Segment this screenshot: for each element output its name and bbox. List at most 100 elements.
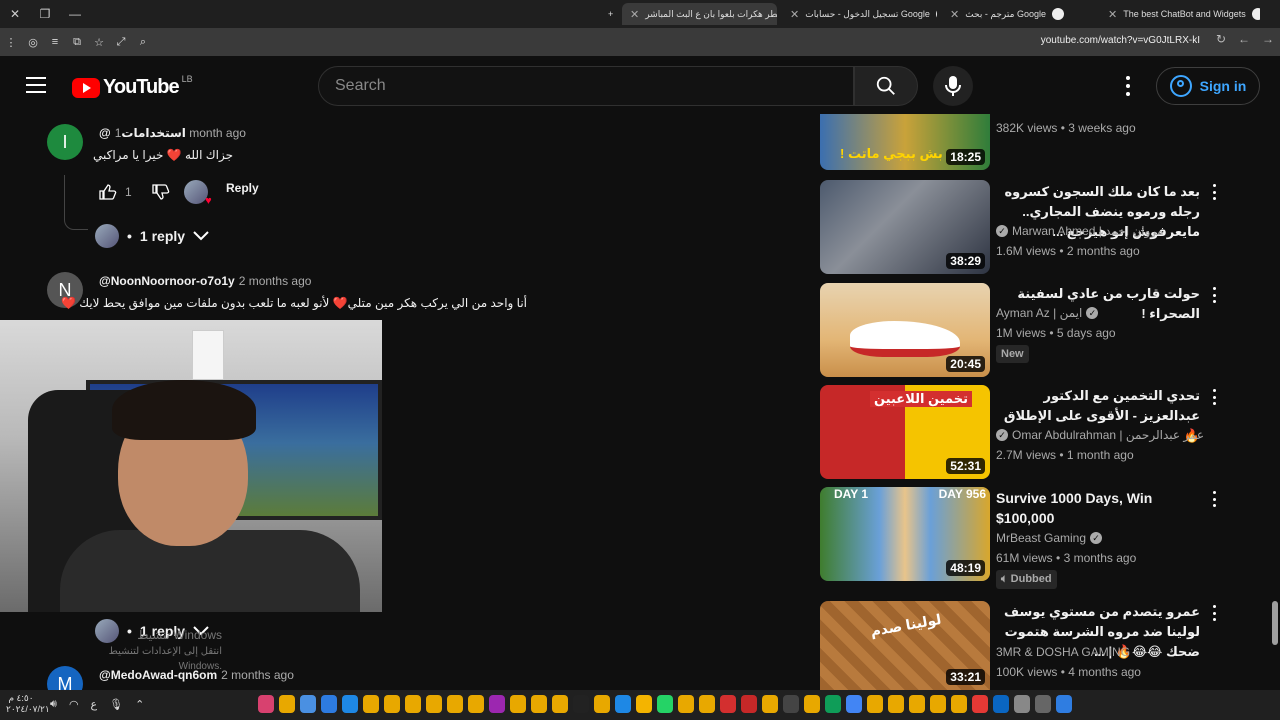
app-icon[interactable]	[321, 695, 337, 713]
comment-time[interactable]: 2 months ago	[221, 668, 294, 682]
app-icon[interactable]	[741, 695, 757, 713]
channel-name[interactable]: Ayman Az | ايمن ✓	[996, 306, 1099, 320]
close-tab-icon[interactable]: ✕	[1108, 8, 1117, 21]
volume-icon[interactable]: 🔊︎	[50, 698, 57, 711]
chrome-icon[interactable]	[594, 695, 610, 713]
channel-name[interactable]: ✓ Omar Abdulrahman | عمر عبدالرحمن	[996, 428, 1204, 442]
video-menu-icon[interactable]	[1208, 491, 1220, 507]
channel-name[interactable]: ✓ Marwan Ahmed | مروان احمد	[996, 224, 1163, 238]
app-icon[interactable]	[846, 695, 862, 713]
video-thumbnail[interactable]: 20:45	[820, 283, 990, 377]
video-thumbnail[interactable]: 38:29	[820, 180, 990, 274]
close-tab-icon[interactable]: ✕	[790, 8, 799, 21]
browser-tab-google-signin[interactable]: ✕ تسجيل الدخول - حسابات Google	[782, 3, 937, 25]
chrome-icon[interactable]	[405, 695, 421, 713]
chrome-icon[interactable]	[279, 695, 295, 713]
chrome-icon[interactable]	[930, 695, 946, 713]
wifi-icon[interactable]: ◠	[69, 698, 79, 711]
tray-chevron-icon[interactable]: ⌃	[135, 698, 144, 711]
chrome-icon[interactable]	[426, 695, 442, 713]
chrome-icon[interactable]	[888, 695, 904, 713]
dislike-icon[interactable]	[152, 184, 170, 200]
zoom-icon[interactable]: ⌕	[132, 36, 154, 49]
video-thumbnail[interactable]: لولينا صدم 33:21	[820, 601, 990, 690]
channel-name[interactable]: 3MR & DOSHA GAMING	[996, 645, 1130, 659]
video-title[interactable]: Survive 1000 Days, Win $100,000	[996, 488, 1200, 528]
discord-icon[interactable]	[489, 695, 505, 713]
address-bar[interactable]: youtube.com/watch?v=vG0JtLRX-kI	[1041, 35, 1200, 46]
playlist-icon[interactable]: ≡	[44, 36, 66, 48]
windows-start-icon[interactable]	[1056, 695, 1072, 713]
edge-icon[interactable]	[993, 695, 1009, 713]
back-icon[interactable]: ←	[1238, 32, 1250, 46]
video-menu-icon[interactable]	[1208, 184, 1220, 200]
channel-name[interactable]: MrBeast Gaming ✓	[996, 531, 1103, 545]
close-window-icon[interactable]: ✕	[0, 7, 30, 21]
close-tab-icon[interactable]: ✕	[630, 8, 639, 21]
reload-icon[interactable]: ↻	[1216, 32, 1226, 46]
video-menu-icon[interactable]	[1208, 605, 1220, 621]
new-tab-button[interactable]: +	[600, 3, 621, 25]
microphone-tray-icon[interactable]: 🎙︎	[109, 698, 123, 711]
chrome-icon[interactable]	[762, 695, 778, 713]
comment-time[interactable]: 2 months ago	[239, 274, 312, 288]
chrome-icon[interactable]	[909, 695, 925, 713]
comment-author[interactable]: @MedoAwad-qn6om 2 months ago	[99, 668, 294, 682]
extensions-icon[interactable]: ⧉	[66, 36, 88, 49]
scrollbar-thumb[interactable]	[1272, 601, 1278, 645]
restore-window-icon[interactable]: ❐	[30, 7, 60, 21]
chrome-icon[interactable]	[678, 695, 694, 713]
sign-in-button[interactable]: Sign in	[1156, 67, 1260, 105]
search-input[interactable]	[335, 77, 853, 95]
guide-menu-icon[interactable]	[26, 77, 46, 93]
app-icon[interactable]	[783, 695, 799, 713]
chrome-icon[interactable]	[447, 695, 463, 713]
chrome-icon[interactable]	[951, 695, 967, 713]
chrome-icon[interactable]	[531, 695, 547, 713]
like-icon[interactable]	[99, 184, 117, 200]
chrome-icon[interactable]	[867, 695, 883, 713]
search-box[interactable]	[318, 66, 854, 106]
chrome-icon[interactable]	[510, 695, 526, 713]
chrome-icon[interactable]	[468, 695, 484, 713]
video-thumbnail[interactable]: تخمين اللاعبين 52:31	[820, 385, 990, 479]
search-taskbar-icon[interactable]	[1035, 695, 1051, 713]
comment-author[interactable]: @استخدامات1 month ago	[99, 126, 246, 140]
app-icon[interactable]	[1014, 695, 1030, 713]
app-icon[interactable]	[258, 695, 274, 713]
replies-toggle[interactable]: • 1 reply	[95, 224, 209, 248]
clock[interactable]: ٤:٥٠ م ٢٠٢٤/٠٧/٢١	[6, 693, 50, 715]
profile-icon[interactable]: ◎	[22, 36, 44, 49]
forward-icon[interactable]: →	[1262, 32, 1274, 46]
app-icon[interactable]	[825, 695, 841, 713]
chrome-icon[interactable]	[363, 695, 379, 713]
app-icon[interactable]	[342, 695, 358, 713]
language-indicator[interactable]: ع	[91, 698, 98, 711]
chrome-icon[interactable]	[552, 695, 568, 713]
settings-app-icon[interactable]	[300, 695, 316, 713]
avatar[interactable]: I	[47, 124, 83, 160]
whatsapp-icon[interactable]	[657, 695, 673, 713]
comment-author[interactable]: @NoonNoornoor-o7o1y 2 months ago	[99, 274, 311, 288]
voice-search-button[interactable]	[933, 66, 973, 106]
menu-icon[interactable]: ⋮	[0, 36, 22, 49]
close-tab-icon[interactable]: ✕	[950, 8, 959, 21]
video-menu-icon[interactable]	[1208, 287, 1220, 303]
chrome-icon[interactable]	[699, 695, 715, 713]
video-thumbnail[interactable]: بش ببجي ماتت ! 18:25	[820, 114, 990, 170]
minimize-window-icon[interactable]: —	[60, 7, 90, 21]
app-icon[interactable]	[615, 695, 631, 713]
chrome-icon[interactable]	[804, 695, 820, 713]
browser-tab-youtube[interactable]: ✕ أخطر هكرات بلعوا بان ع البث المباشر	[622, 3, 777, 25]
settings-menu-icon[interactable]	[1120, 76, 1136, 96]
page-scrollbar[interactable]	[1270, 56, 1280, 690]
browser-tab-chatbot[interactable]: ✕ The best ChatBot and Widgets	[1100, 3, 1260, 25]
screenshot-icon[interactable]: ⤢	[110, 36, 132, 49]
reply-button[interactable]: Reply	[226, 181, 259, 195]
bookmark-star-icon[interactable]: ☆	[88, 36, 110, 49]
youtube-logo[interactable]: YouTube LB	[72, 74, 193, 99]
video-thumbnail[interactable]: DAY 1 DAY 956 48:19	[820, 487, 990, 581]
file-explorer-icon[interactable]	[636, 695, 652, 713]
search-button[interactable]	[854, 66, 918, 106]
app-icon[interactable]	[972, 695, 988, 713]
